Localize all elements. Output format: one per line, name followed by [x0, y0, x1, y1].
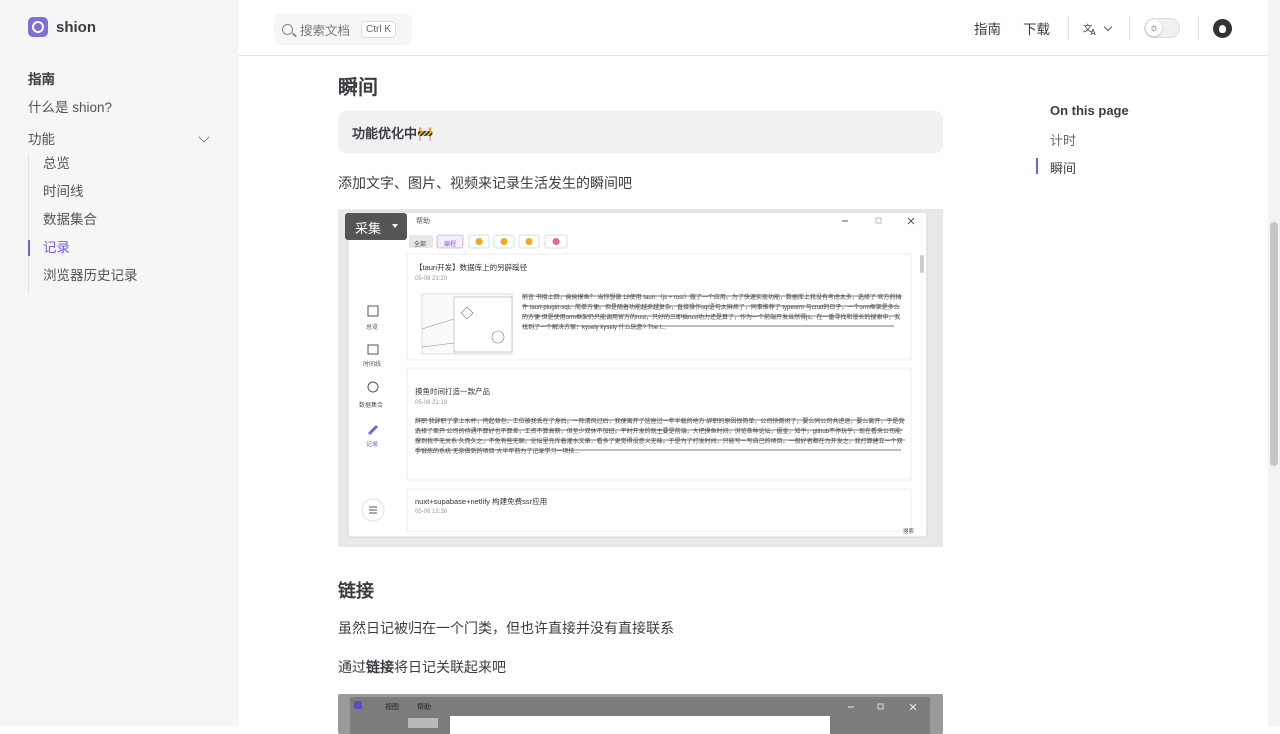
section-text-link-2: 通过链接将日记关联起来吧 [338, 657, 506, 677]
nav-collection: 数据集合 [359, 403, 384, 409]
entry-date: 05-08 21:19 [415, 400, 448, 406]
divider [1068, 16, 1069, 40]
nav-link-guide[interactable]: 指南 [974, 18, 1001, 38]
entry-title: 【tauri开发】数据库上的另辟蹊径 [415, 263, 528, 272]
search-icon [282, 23, 293, 35]
entry-date: 05-06 13:38 [415, 509, 448, 515]
chevron-down-icon[interactable] [198, 131, 210, 143]
sidebar-nav: 指南 什么是 shion? 功能 总览 时间线 数据集合 记录 浏览器历史记录 [28, 70, 212, 294]
sidebar-item-browser-history[interactable]: 浏览器历史记录 [43, 266, 212, 294]
menu-help: 帮助 [417, 704, 431, 711]
section-text-moment: 添加文字、图片、视频来记录生活发生的瞬间吧 [338, 175, 632, 191]
entry-title: nuxt+supabase+netlify 构建免费ssr应用 [415, 497, 548, 506]
toc-item-timer[interactable]: 计时 [1050, 130, 1216, 148]
section-title-link: 链接 [338, 581, 374, 601]
nav-timeline: 时间线 [363, 362, 382, 368]
search-shortcut: Ctrl K [361, 20, 397, 38]
nav-link-download[interactable]: 下载 [1023, 18, 1050, 38]
sidebar: shion 指南 什么是 shion? 功能 总览 时间线 数据集合 记录 浏览… [0, 0, 239, 726]
entry-title: 摸鱼时间打造一款产品 [415, 387, 490, 396]
app-screenshot-links: 视图 帮助 [338, 694, 943, 734]
top-nav: 指南 下载 文 A [952, 16, 1232, 40]
sidebar-item-timeline[interactable]: 时间线 [43, 182, 212, 210]
language-switcher[interactable]: 文 A [1083, 21, 1113, 36]
divider [1129, 16, 1130, 40]
page-scrollbar[interactable] [1268, 0, 1280, 726]
filter-coding: 编程 [444, 242, 457, 248]
entry-text: 前言 书接上回，偷偷摸鱼？ 当你想做 18使用 tauri （js + rust… [522, 295, 902, 331]
nav-record: 记录 [366, 442, 379, 448]
sidebar-subgroup: 总览 时间线 数据集合 记录 浏览器历史记录 [28, 154, 212, 294]
menu-view: 视图 [385, 704, 399, 711]
shion-logo-icon [28, 17, 48, 37]
menu-help: 帮助 [416, 218, 430, 225]
topbar: 搜索文档 Ctrl K 指南 下载 文 A [239, 0, 1268, 56]
scrollbar-thumb[interactable] [1270, 222, 1278, 466]
text-segment: 将日记关联起来吧 [394, 659, 506, 675]
divider [1198, 16, 1199, 40]
github-icon[interactable] [1213, 18, 1232, 38]
tip-box: 功能优化中🚧 [338, 111, 943, 153]
sidebar-item-record[interactable]: 记录 [28, 238, 212, 266]
entry-date: 05-08 21:20 [415, 276, 448, 282]
search-button[interactable]: 搜索文档 Ctrl K [274, 13, 412, 45]
toc-title: On this page [1050, 103, 1129, 118]
table-of-contents: On this page 计时 瞬间 [1036, 103, 1216, 176]
capture-label: 采集 [355, 221, 382, 236]
entry-text: 辞职 我辞职了拿上水杯，挎起背包，工位被我丢在了身后。一阵清风过后，我便离开了这… [415, 419, 905, 455]
menu-view: 视图 [381, 218, 395, 225]
search-label: 搜索 [903, 529, 915, 535]
appearance-toggle[interactable] [1144, 18, 1180, 38]
sidebar-item-data-collection[interactable]: 数据集合 [43, 210, 212, 238]
svg-text:A: A [1091, 28, 1097, 36]
screenshot-links-image [338, 694, 943, 734]
app-name: shion [56, 18, 96, 36]
toc-item-moment[interactable]: 瞬间 [1036, 158, 1216, 176]
sidebar-item-what-is-shion[interactable]: 什么是 shion? [28, 98, 212, 126]
app-screenshot-moments: 采集 视图 帮助 全部 编程 总览 时间线 数据集合 记录 【tauri开发】数… [338, 209, 943, 547]
sidebar-heading-guide: 指南 [28, 72, 55, 87]
bold-link-text: 链接 [366, 659, 394, 675]
filter-all: 全部 [414, 242, 427, 248]
sidebar-item-features[interactable]: 功能 [28, 126, 212, 154]
tip-text: 功能优化中🚧 [352, 125, 434, 141]
translate-icon: 文 A [1083, 22, 1097, 36]
sidebar-item-overview[interactable]: 总览 [43, 154, 212, 182]
section-title-moment: 瞬间 [338, 77, 378, 99]
chevron-down-icon [1103, 22, 1113, 31]
nav-overview: 总览 [366, 325, 379, 331]
section-text-link-1: 虽然日记被归在一个门类，但也许直接并没有直接联系 [338, 620, 674, 636]
text-segment: 通过 [338, 659, 366, 675]
brand[interactable]: shion [28, 17, 96, 37]
search-placeholder: 搜索文档 [300, 23, 351, 38]
sidebar-item-label: 功能 [28, 132, 55, 147]
